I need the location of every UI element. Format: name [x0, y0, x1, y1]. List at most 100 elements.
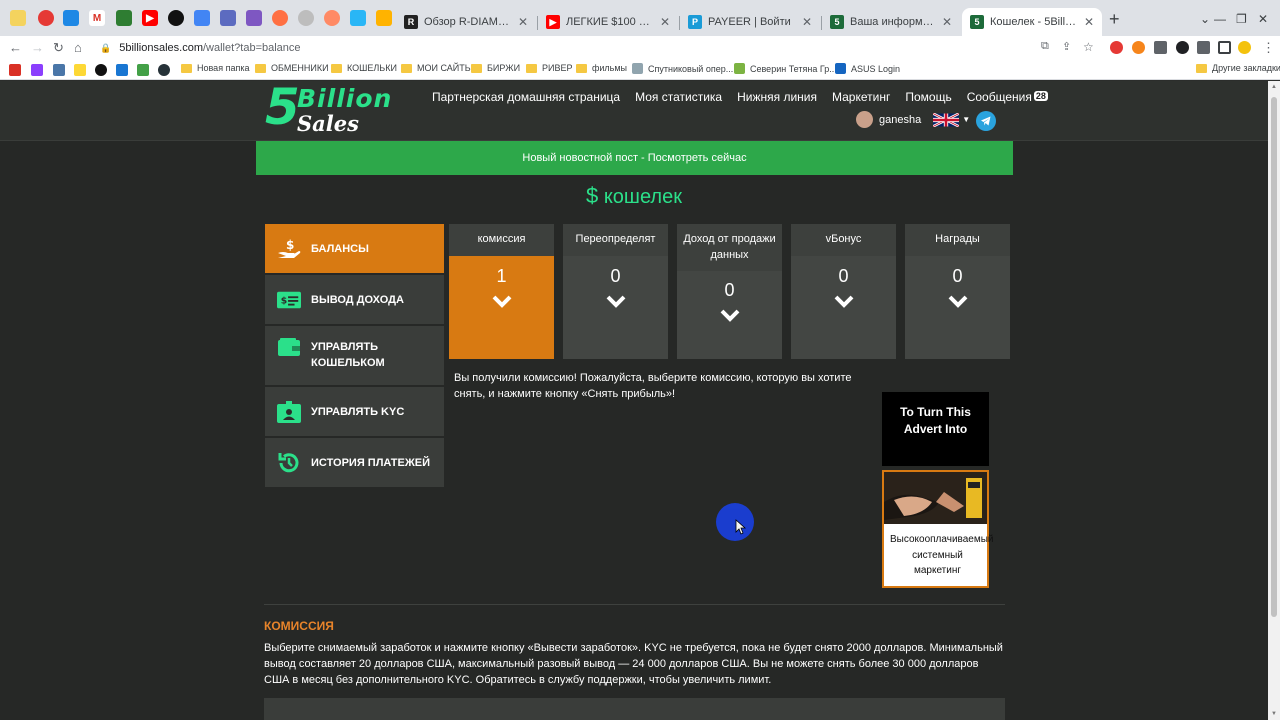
pinned-tab-8[interactable]	[194, 10, 210, 26]
advert-banner[interactable]: To Turn This Advert Into Высокооплачивае…	[882, 392, 994, 588]
new-tab-button[interactable]: +	[1109, 10, 1120, 28]
site-logo[interactable]: 5 Billion Sales	[265, 81, 415, 136]
chevron-down-icon[interactable]	[834, 295, 854, 309]
bookmark-folder[interactable]: Новая папка	[181, 63, 249, 73]
extension-icon[interactable]	[1176, 41, 1189, 54]
user-menu[interactable]: ganesha ▼	[856, 111, 970, 128]
bookmark-folder[interactable]: КОШЕЛЬКИ	[331, 63, 397, 73]
reload-icon[interactable]: ↻	[53, 40, 64, 56]
puzzle-icon[interactable]	[1197, 41, 1210, 54]
bookmark-icon[interactable]	[95, 64, 107, 76]
forward-icon[interactable]: →	[31, 40, 44, 55]
home-icon[interactable]: ⌂	[74, 40, 82, 55]
pinned-tab-15[interactable]	[376, 10, 392, 26]
close-icon[interactable]: ✕	[942, 15, 952, 29]
close-icon[interactable]: ✕	[802, 15, 812, 29]
nav-marketing[interactable]: Маркетинг	[832, 90, 890, 104]
bookmark-folder[interactable]: БИРЖИ	[471, 63, 520, 73]
chevron-down-icon[interactable]	[720, 309, 740, 323]
bookmark-link[interactable]: ASUS Login	[835, 63, 900, 74]
bookmark-link[interactable]: Спутниковый опер...	[632, 63, 733, 74]
profile-avatar-icon[interactable]	[1238, 41, 1251, 54]
close-icon[interactable]: ✕	[660, 15, 670, 29]
more-menu-icon[interactable]: ⋮	[1262, 40, 1275, 56]
bookmark-icon[interactable]	[116, 64, 128, 76]
translate-icon[interactable]: ⧉	[1041, 40, 1049, 53]
pinned-tab-7[interactable]	[168, 10, 184, 26]
nav-partner-home[interactable]: Партнерская домашняя страница	[432, 90, 620, 104]
close-icon[interactable]: ✕	[518, 15, 528, 29]
balance-card-commission[interactable]: комиссия 1	[449, 224, 554, 359]
cash-icon: $	[277, 289, 301, 311]
bookmark-folder[interactable]: ОБМЕННИКИ	[255, 63, 329, 73]
pinned-tab-youtube[interactable]: ▶	[142, 10, 158, 26]
bookmark-icon[interactable]	[137, 64, 149, 76]
nav-my-stats[interactable]: Моя статистика	[635, 90, 722, 104]
sidebar-item-manage-wallet[interactable]: УПРАВЛЯТЬ КОШЕЛЬКОМ	[265, 326, 444, 385]
balance-card-data-sales[interactable]: Доход от продажи данных 0	[677, 224, 782, 359]
pinned-tab-11[interactable]	[272, 10, 288, 26]
pinned-tab-1[interactable]	[10, 10, 26, 26]
chevron-down-icon[interactable]	[492, 295, 512, 309]
advert-card[interactable]: Высокооплачиваемый системный маркетинг	[882, 470, 994, 588]
tab-youtube-video[interactable]: ▶ ЛЕГКИЕ $100 в ДЕНЬ из па ✕	[538, 8, 678, 36]
vk-icon[interactable]	[53, 64, 65, 76]
pinned-tab-13[interactable]	[324, 10, 340, 26]
bookmark-link[interactable]: Северин Тетяна Гр...	[734, 63, 837, 74]
pinned-tab-12[interactable]	[298, 10, 314, 26]
news-banner[interactable]: Новый новостной пост - Посмотреть сейчас	[256, 141, 1013, 175]
sidebar-item-manage-kyc[interactable]: УПРАВЛЯТЬ KYC	[265, 387, 444, 436]
pinned-tab-5[interactable]	[116, 10, 132, 26]
tab-search-button[interactable]: ⌄	[1200, 12, 1210, 26]
scroll-up-icon[interactable]: ▲	[1271, 84, 1277, 90]
scrollbar-thumb[interactable]	[1271, 97, 1277, 617]
share-icon[interactable]: ⇪	[1062, 40, 1071, 53]
sidebar-icon[interactable]	[1218, 41, 1231, 54]
window-close-button[interactable]: ✕	[1258, 12, 1268, 26]
adblock-icon[interactable]	[1110, 41, 1123, 54]
bookmark-folder[interactable]: фильмы	[576, 63, 627, 73]
section-text: Выберите снимаемый заработок и нажмите к…	[264, 642, 1003, 686]
nav-messages[interactable]: Сообщения 28	[967, 90, 1048, 104]
gmail-icon[interactable]	[9, 64, 21, 76]
nav-help[interactable]: Помощь	[905, 90, 951, 104]
bookmark-folder[interactable]: МОИ САЙТЫ	[401, 63, 473, 73]
bookmark-folder[interactable]: РИВЕР	[526, 63, 572, 73]
bookmark-icon[interactable]	[158, 64, 170, 76]
sidebar-item-payment-history[interactable]: ИСТОРИЯ ПЛАТЕЖЕЙ	[265, 438, 444, 487]
nav-downline[interactable]: Нижняя линия	[737, 90, 817, 104]
back-icon[interactable]: ←	[9, 40, 22, 55]
minimize-button[interactable]: —	[1214, 12, 1226, 26]
yoomoney-icon[interactable]	[31, 64, 43, 76]
close-icon[interactable]: ✕	[1084, 15, 1094, 29]
pinned-tab-14[interactable]	[350, 10, 366, 26]
pinned-tab-3[interactable]	[63, 10, 79, 26]
pinned-tab-9[interactable]	[220, 10, 236, 26]
qr-icon[interactable]	[1154, 41, 1167, 54]
pinned-tab-gmail[interactable]: M	[89, 10, 105, 26]
bookmark-icon[interactable]	[74, 64, 86, 76]
tab-payeer[interactable]: P PAYEER | Войти ✕	[680, 8, 820, 36]
chevron-down-icon[interactable]	[606, 295, 626, 309]
scroll-down-icon[interactable]: ▼	[1271, 711, 1277, 717]
balance-card-rewards[interactable]: Награды 0	[905, 224, 1010, 359]
sidebar-item-balances[interactable]: $ БАЛАНСЫ	[265, 224, 444, 273]
pinned-tab-10[interactable]	[246, 10, 262, 26]
page-scrollbar[interactable]: ▲ ▼	[1268, 81, 1280, 720]
metamask-icon[interactable]	[1132, 41, 1145, 54]
other-bookmarks[interactable]: Другие закладки	[1196, 63, 1280, 73]
chevron-down-icon[interactable]	[948, 295, 968, 309]
mouse-pointer-icon	[735, 519, 747, 535]
wallet-sidebar: $ БАЛАНСЫ $ ВЫВОД ДОХОДА УПРАВЛЯТЬ КОШЕЛ…	[265, 224, 444, 489]
tab-wallet-active[interactable]: 5 Кошелек - 5BillionSales ✕	[962, 8, 1102, 36]
tab-rdiamond[interactable]: R Обзор R-DIAMOND LTD — ✕	[396, 8, 536, 36]
balance-card-overrides[interactable]: Переопределят 0	[563, 224, 668, 359]
balance-card-vbonus[interactable]: vБонус 0	[791, 224, 896, 359]
telegram-icon[interactable]	[976, 111, 996, 131]
pinned-tab-2[interactable]	[38, 10, 54, 26]
tab-info-page[interactable]: 5 Ваша информационная па ✕	[822, 8, 960, 36]
address-bar[interactable]: 🔒 5billionsales.com /wallet?tab=balance	[100, 39, 301, 57]
bookmark-star-icon[interactable]: ☆	[1083, 40, 1094, 54]
sidebar-item-withdraw[interactable]: $ ВЫВОД ДОХОДА	[265, 275, 444, 324]
maximize-button[interactable]: ❐	[1236, 12, 1247, 26]
